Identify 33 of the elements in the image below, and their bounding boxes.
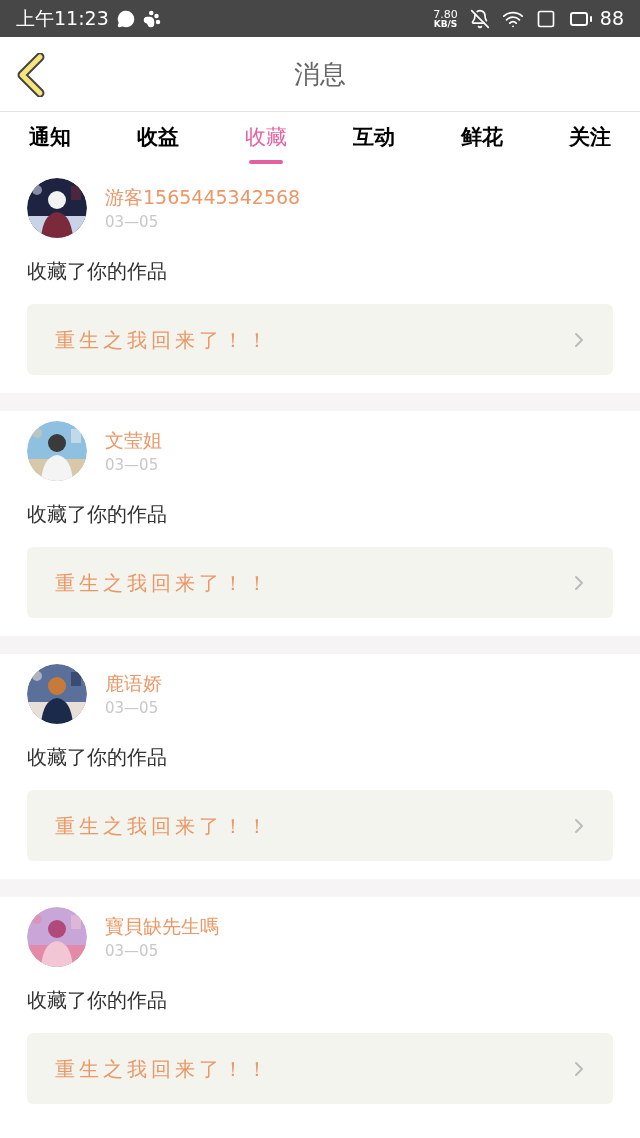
work-title: 重生之我回来了！！	[55, 326, 271, 354]
tab[interactable]: 关注	[560, 112, 620, 154]
work-link[interactable]: 重生之我回来了！！	[27, 304, 613, 375]
tab[interactable]: 通知	[20, 112, 80, 154]
user-name[interactable]: 寶貝缺先生嗎	[105, 911, 219, 940]
tab[interactable]: 收益	[128, 112, 188, 154]
work-link[interactable]: 重生之我回来了！！	[27, 790, 613, 861]
battery-level: 88	[599, 6, 624, 32]
page-title: 消息	[294, 57, 346, 91]
back-chevron-icon	[16, 53, 46, 97]
paw-icon	[142, 9, 161, 28]
tab[interactable]: 互动	[344, 112, 404, 154]
speed-unit: KB/S	[433, 19, 458, 29]
tab-underline	[249, 159, 283, 164]
user-name[interactable]: 文莹姐	[105, 425, 162, 454]
work-title: 重生之我回来了！！	[55, 569, 271, 597]
muted-bell-icon	[469, 8, 490, 29]
work-link[interactable]: 重生之我回来了！！	[27, 547, 613, 618]
work-link[interactable]: 重生之我回来了！！	[27, 1033, 613, 1104]
chat-bubble-icon	[116, 9, 135, 28]
status-time: 上午11:23	[16, 6, 109, 32]
tab[interactable]: 鲜花	[452, 112, 512, 154]
work-title: 重生之我回来了！！	[55, 812, 271, 840]
user-name[interactable]: 鹿语娇	[105, 668, 162, 697]
message-text: 收藏了你的作品	[27, 258, 168, 285]
message-text: 收藏了你的作品	[27, 987, 168, 1014]
tab[interactable]: 收藏	[236, 112, 296, 164]
user-name[interactable]: 游客1565445342568	[105, 182, 301, 211]
message-text: 收藏了你的作品	[27, 501, 168, 528]
speed-value: 7.80	[433, 8, 458, 20]
square-icon	[535, 8, 556, 29]
work-title: 重生之我回来了！！	[55, 1055, 271, 1083]
message-text: 收藏了你的作品	[27, 744, 168, 771]
